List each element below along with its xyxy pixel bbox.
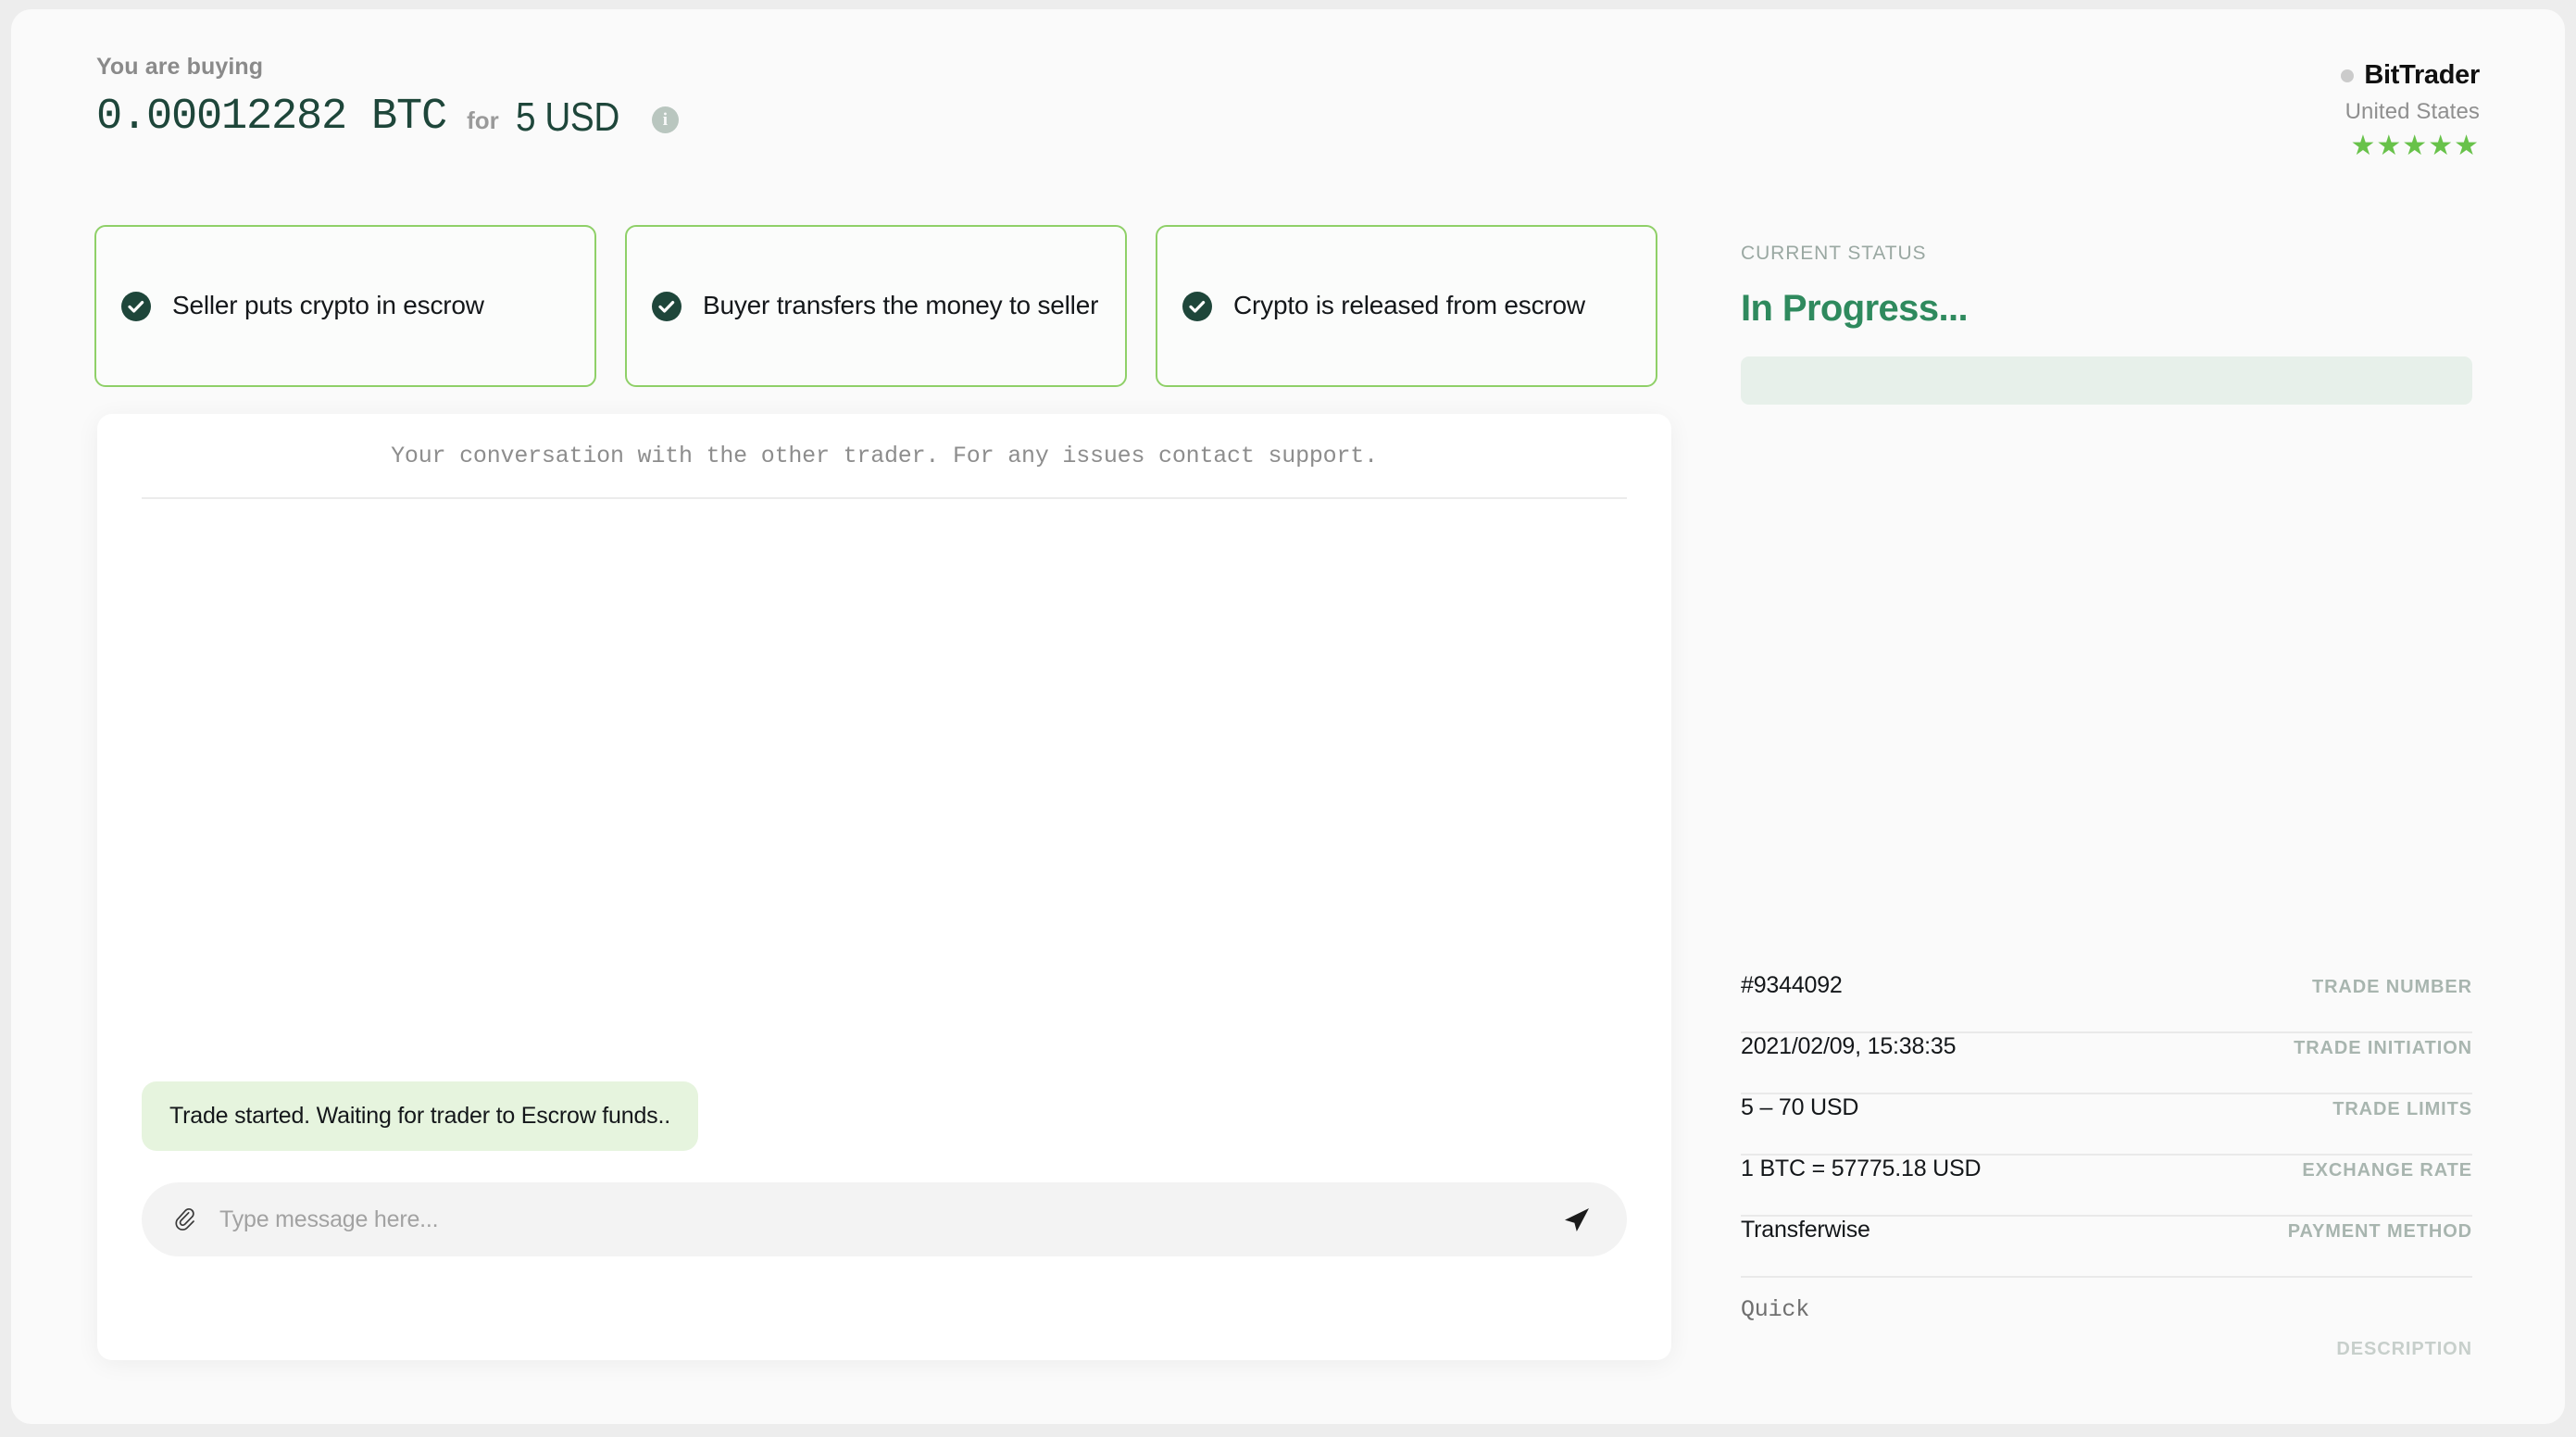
chat-header: Your conversation with the other trader.… <box>142 414 1627 499</box>
detail-key: TRADE NUMBER <box>2311 977 2472 997</box>
chat-input-bar[interactable] <box>142 1182 1627 1256</box>
step-card-3[interactable]: Crypto is released from escrow <box>1156 225 1657 387</box>
detail-key: TRADE LIMITS <box>2332 1099 2472 1119</box>
rating-stars-icon: ★★★★★ <box>2350 131 2480 161</box>
status-progress-panel <box>1741 356 2472 405</box>
chat-panel: Your conversation with the other trader.… <box>97 414 1671 1360</box>
step-label-2: Buyer transfers the money to seller <box>703 291 1099 320</box>
chat-message-bubble: Trade started. Waiting for trader to Esc… <box>142 1081 698 1151</box>
send-icon[interactable] <box>1560 1203 1594 1236</box>
status-section: CURRENT STATUS In Progress... <box>1741 243 2472 405</box>
detail-key: EXCHANGE RATE <box>2302 1160 2472 1181</box>
chat-message-input[interactable] <box>219 1206 1540 1233</box>
chat-message-text: Trade started. Waiting for trader to Esc… <box>169 1103 670 1129</box>
detail-value: 2021/02/09, 15:38:35 <box>1741 1033 1957 1059</box>
crypto-amount: 0.00012282 BTC <box>96 93 447 142</box>
trade-header: You are buying 0.00012282 BTC for 5 USD … <box>96 54 2485 139</box>
detail-row-description: Quick DESCRIPTION <box>1741 1278 2472 1360</box>
detail-row-trade-initiation: 2021/02/09, 15:38:35 TRADE INITIATION <box>1741 1033 2472 1094</box>
detail-value: Quick <box>1741 1296 1810 1323</box>
current-status-label: CURRENT STATUS <box>1741 243 1927 264</box>
detail-row-trade-number: #9344092 TRADE NUMBER <box>1741 972 2472 1033</box>
online-status-dot-icon <box>2341 69 2355 82</box>
trade-steps: Seller puts crypto in escrow Buyer trans… <box>94 225 1657 387</box>
merchant-block: BitTrader United States ★★★★★ <box>2341 60 2480 160</box>
detail-value: 5 – 70 USD <box>1741 1094 1859 1120</box>
detail-row-payment-method: Transferwise PAYMENT METHOD <box>1741 1217 2472 1278</box>
step-label-3: Crypto is released from escrow <box>1233 291 1585 320</box>
chat-input-wrap <box>97 1182 1671 1256</box>
detail-value: 1 BTC = 57775.18 USD <box>1741 1156 1982 1181</box>
trade-details-list: #9344092 TRADE NUMBER 2021/02/09, 15:38:… <box>1741 972 2472 1360</box>
chat-message-list: Trade started. Waiting for trader to Esc… <box>97 499 1671 1182</box>
merchant-name[interactable]: BitTrader <box>2364 60 2480 91</box>
current-status-value: In Progress... <box>1741 288 1969 329</box>
detail-value: Transferwise <box>1741 1217 1870 1243</box>
paperclip-icon[interactable] <box>171 1206 199 1233</box>
amount-row: 0.00012282 BTC for 5 USD i <box>96 95 2485 139</box>
detail-row-exchange-rate: 1 BTC = 57775.18 USD EXCHANGE RATE <box>1741 1156 2472 1217</box>
step-card-2[interactable]: Buyer transfers the money to seller <box>625 225 1127 387</box>
step-card-1[interactable]: Seller puts crypto in escrow <box>94 225 596 387</box>
for-label: for <box>467 106 499 134</box>
buying-label: You are buying <box>96 54 264 80</box>
detail-row-trade-limits: 5 – 70 USD TRADE LIMITS <box>1741 1094 2472 1156</box>
merchant-name-row: BitTrader <box>2341 60 2480 91</box>
merchant-country: United States <box>2345 99 2480 124</box>
step-label-1: Seller puts crypto in escrow <box>172 291 484 320</box>
check-circle-icon <box>120 291 152 322</box>
chat-header-note: Your conversation with the other trader.… <box>391 442 1378 469</box>
info-icon[interactable]: i <box>651 106 679 133</box>
detail-key: DESCRIPTION <box>2336 1339 2472 1359</box>
detail-value: #9344092 <box>1741 972 1843 998</box>
trade-page-card: You are buying 0.00012282 BTC for 5 USD … <box>11 9 2565 1424</box>
check-circle-icon <box>1182 291 1213 322</box>
check-circle-icon <box>651 291 682 322</box>
fiat-amount: 5 USD <box>515 94 619 140</box>
detail-key: TRADE INITIATION <box>2294 1038 2472 1058</box>
detail-key: PAYMENT METHOD <box>2287 1221 2472 1242</box>
